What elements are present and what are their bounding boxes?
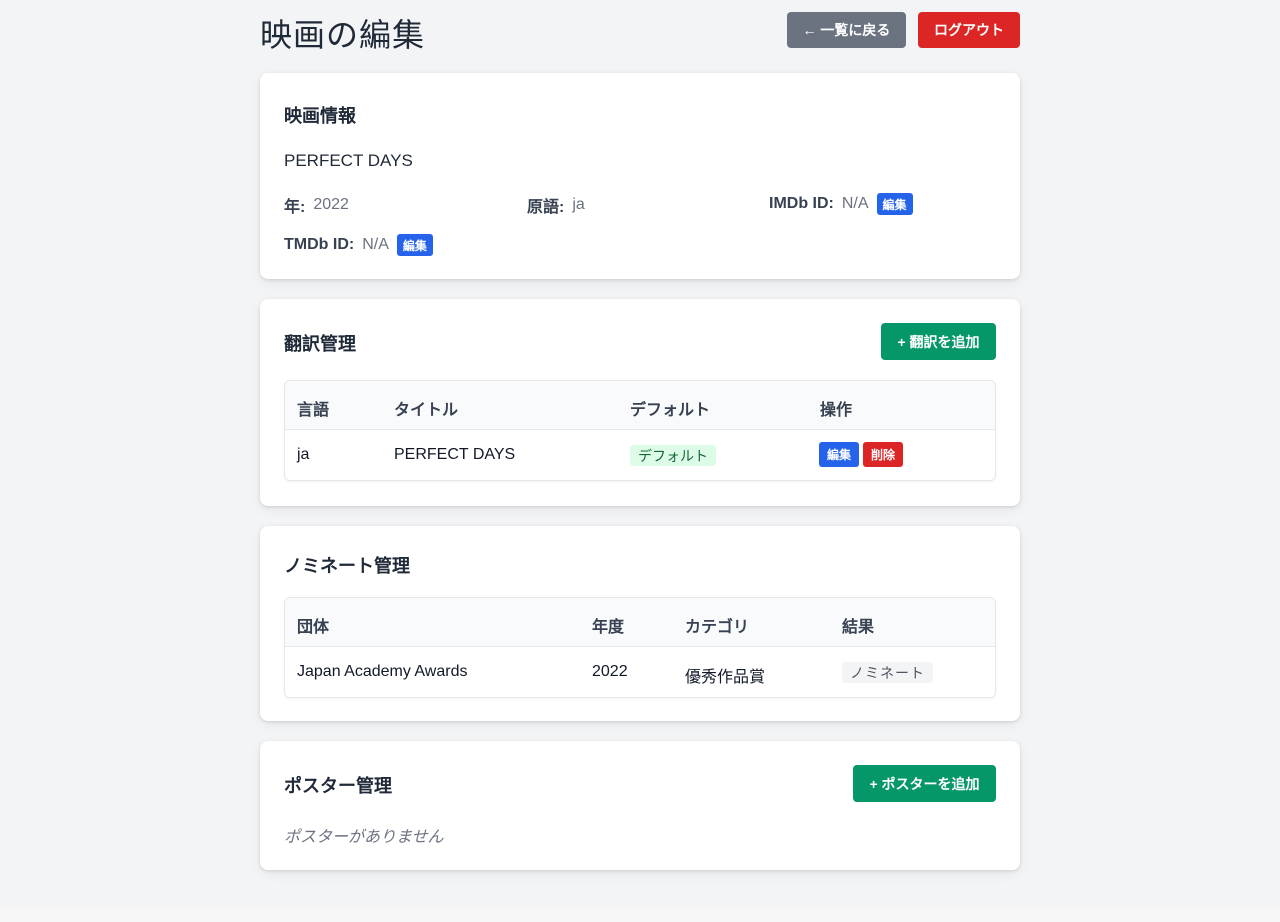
original-language-value: ja [572,196,585,213]
column-header-organization: 団体 [297,619,330,636]
translation-title: PERFECT DAYS [394,446,516,463]
posters-card: ポスター管理 + ポスターを追加 ポスターがありません [260,741,1020,870]
tmdb-id-field: TMDb ID: N/A 編集 [284,234,433,256]
edit-translation-button[interactable]: 編集 [819,442,859,467]
nominations-card: ノミネート管理 団体 年度 カテゴリ 結果 Japan Academy Awar… [260,526,1020,721]
movie-info-title: 映画情報 [284,106,356,126]
imdb-edit-button[interactable]: 編集 [876,193,913,215]
original-language-label: 原語: [527,199,565,216]
page-header: 映画の編集 ← 一覧に戻る ログアウト [260,0,1020,60]
nomination-result-badge: ノミネート [842,662,933,683]
tmdb-id-value: N/A [362,236,389,253]
table-row: ja PERFECT DAYS デフォルト 編集 削除 [285,430,995,480]
table-header: 言語 タイトル デフォルト 操作 [285,381,995,430]
nominations-table: 団体 年度 カテゴリ 結果 Japan Academy Awards 2022 … [284,597,996,698]
table-header: 団体 年度 カテゴリ 結果 [285,598,995,647]
original-language-field: 原語: ja [527,193,585,217]
table-row: Japan Academy Awards 2022 優秀作品賞 ノミネート [285,647,995,697]
imdb-id-value: N/A [841,195,869,212]
nomination-category: 優秀作品賞 [685,669,766,686]
tmdb-id-label: TMDb ID: [284,236,355,253]
column-header-default: デフォルト [630,402,711,419]
add-poster-button[interactable]: + ポスターを追加 [853,765,996,802]
posters-title: ポスター管理 [284,776,392,796]
imdb-id-field: IMDb ID: N/A 編集 [769,193,913,215]
translations-card: 翻訳管理 + 翻訳を追加 言語 タイトル デフォルト 操作 ja PERFECT… [260,299,1020,506]
translation-language: ja [297,446,310,463]
page-title: 映画の編集 [260,17,426,53]
movie-info-card: 映画情報 PERFECT DAYS 年: 2022 原語: ja IMDb ID… [260,73,1020,279]
page-container: 映画の編集 ← 一覧に戻る ログアウト 映画情報 PERFECT DAYS 年:… [260,0,1020,870]
nominations-title: ノミネート管理 [284,556,410,576]
column-header-actions: 操作 [820,402,853,419]
back-to-list-button[interactable]: ← 一覧に戻る [787,12,906,48]
add-translation-button[interactable]: + 翻訳を追加 [881,323,996,360]
translations-title: 翻訳管理 [284,334,356,354]
page-bottom-strip [0,909,1280,922]
column-header-category: カテゴリ [685,619,750,636]
nomination-organization: Japan Academy Awards [297,663,468,680]
logout-button[interactable]: ログアウト [918,12,1020,48]
movie-name: PERFECT DAYS [284,151,413,170]
column-header-title: タイトル [394,402,459,419]
tmdb-edit-button[interactable]: 編集 [396,234,433,256]
column-header-year: 年度 [592,619,625,636]
column-header-language: 言語 [297,402,330,419]
year-field: 年: 2022 [284,193,349,217]
year-value: 2022 [313,196,349,213]
posters-empty-message: ポスターがありません [284,829,444,846]
delete-translation-button[interactable]: 削除 [863,442,903,467]
translations-table: 言語 タイトル デフォルト 操作 ja PERFECT DAYS デフォルト 編… [284,380,996,481]
imdb-id-label: IMDb ID: [769,195,834,212]
year-label: 年: [284,199,306,216]
nomination-year: 2022 [592,663,628,680]
default-badge: デフォルト [630,445,716,466]
column-header-result: 結果 [842,619,875,636]
